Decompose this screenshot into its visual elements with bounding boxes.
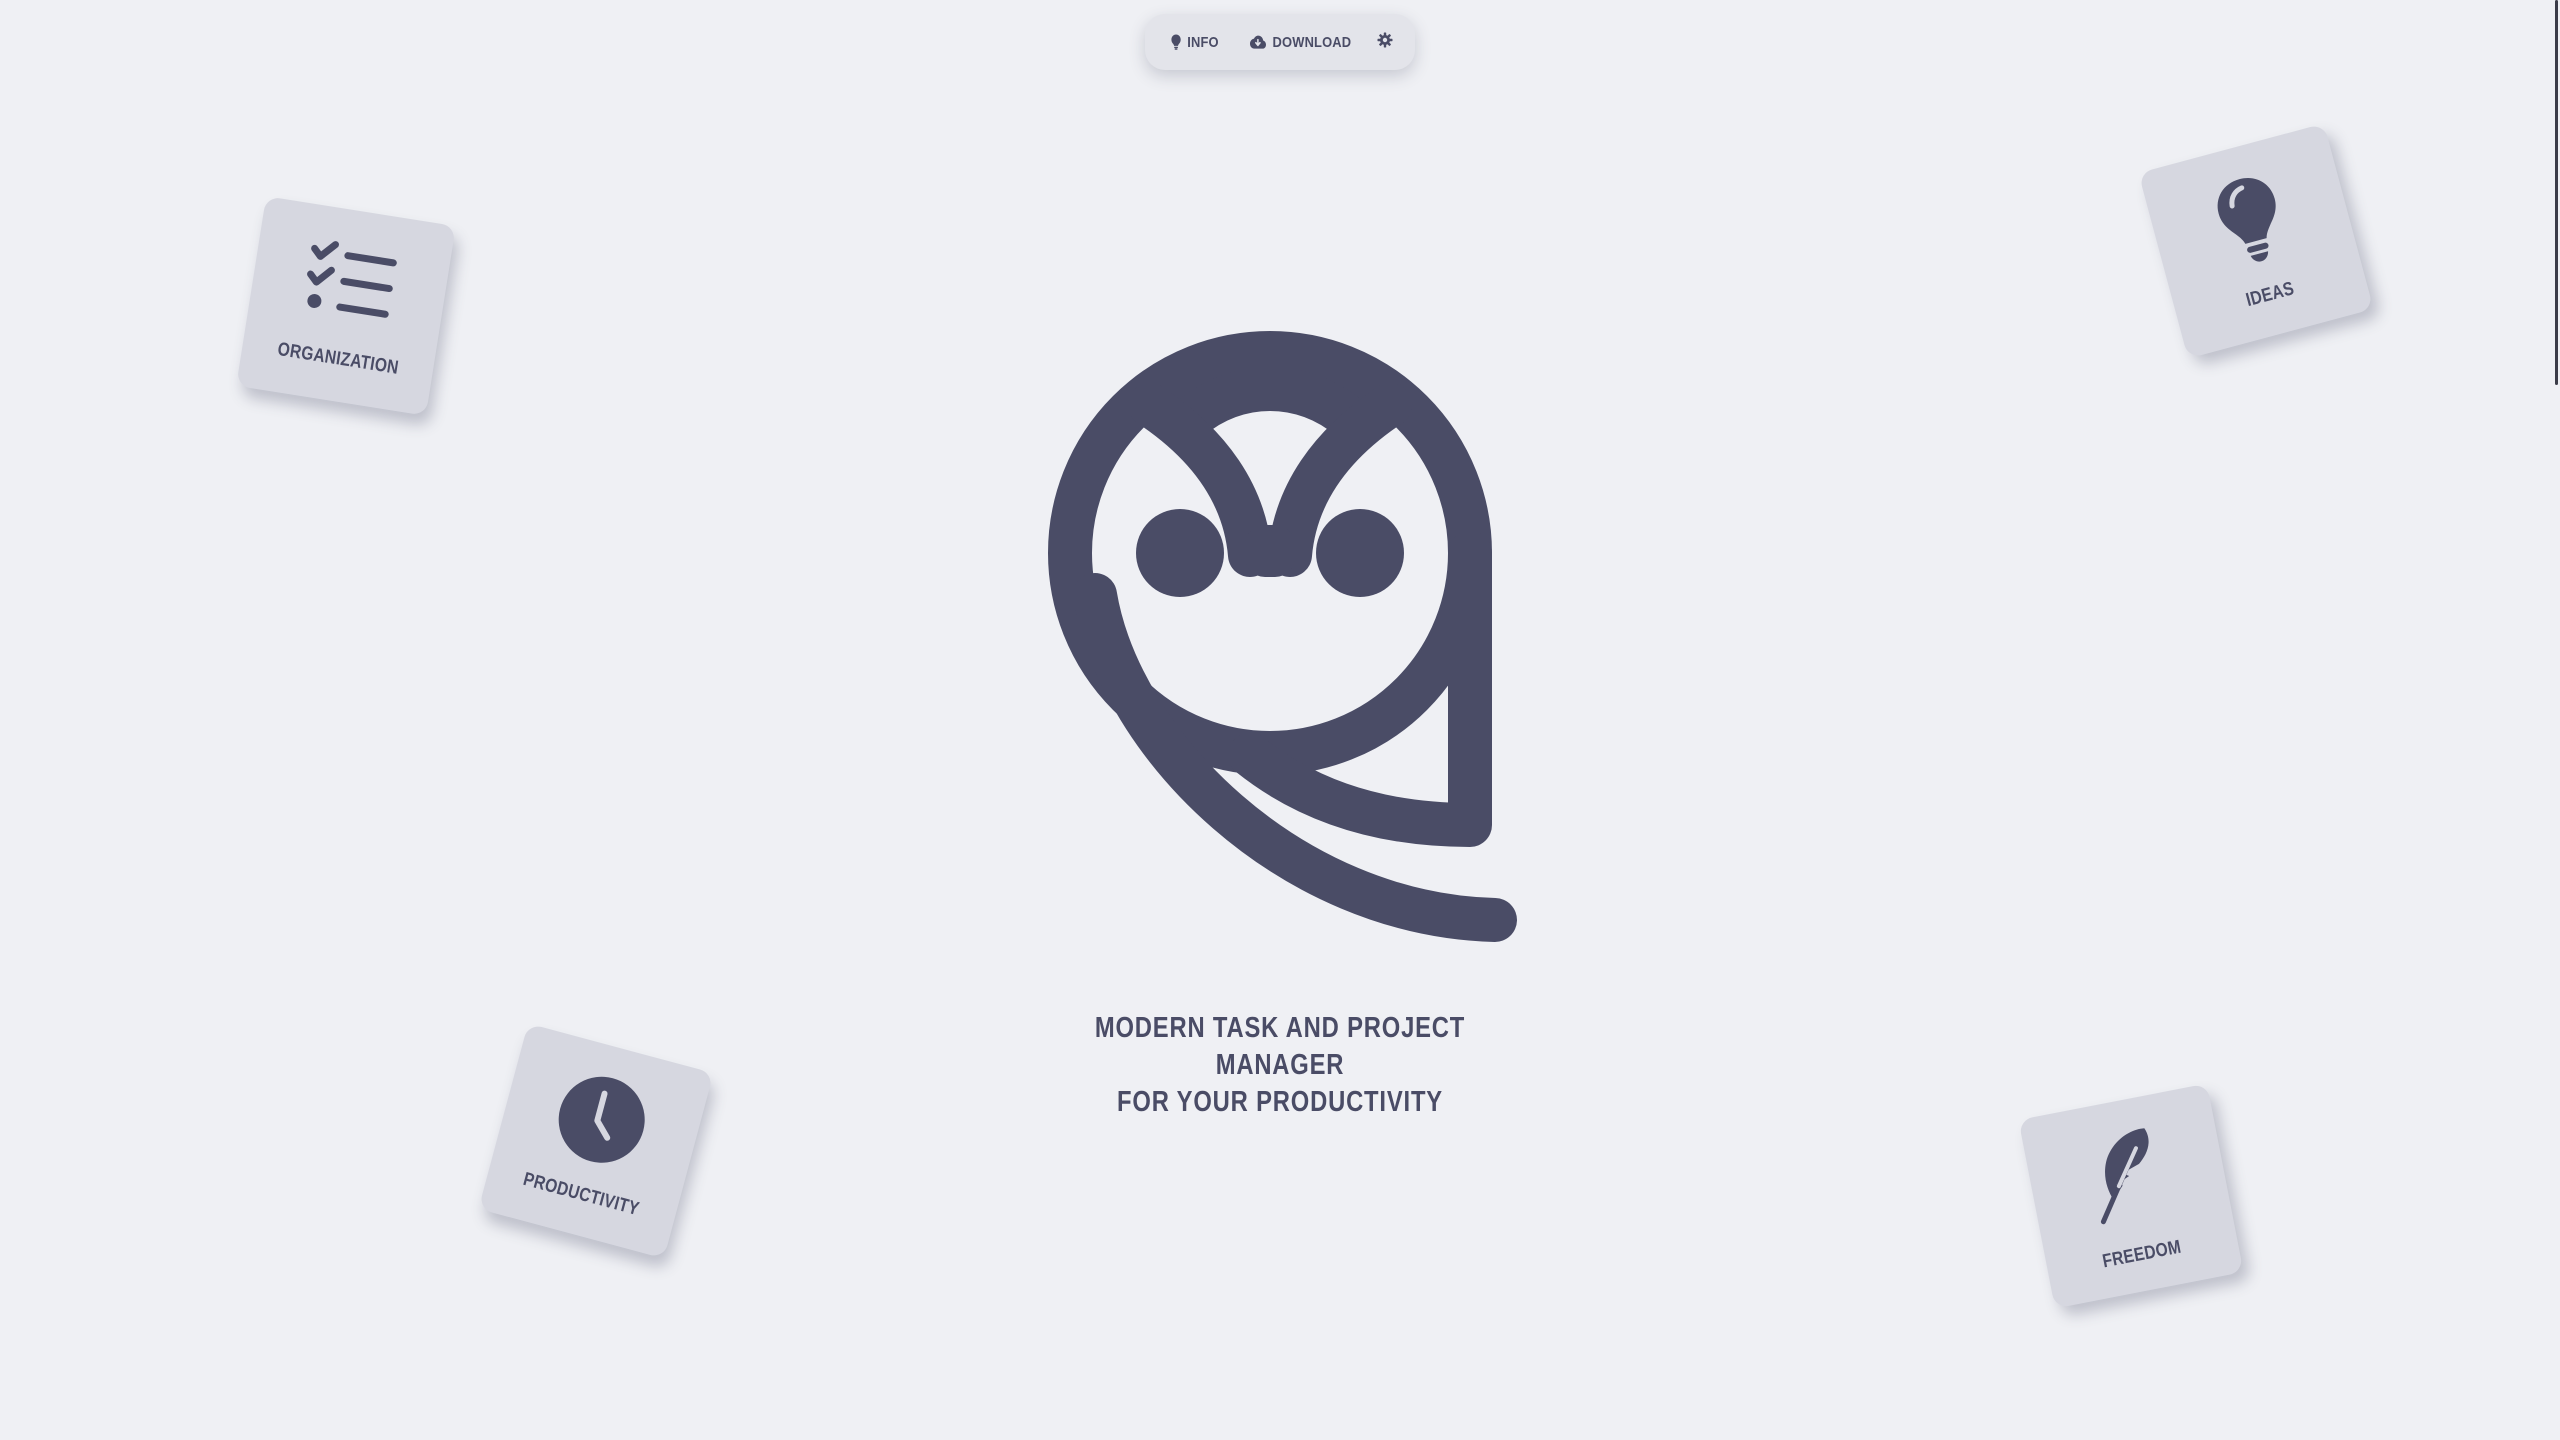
feature-card-ideas: IDEAS	[2138, 123, 2374, 359]
card-label: PRODUCTIVITY	[521, 1168, 642, 1220]
tagline: MODERN TASK AND PROJECT MANAGER FOR YOUR…	[980, 1010, 1580, 1121]
owl-logo-icon	[1040, 325, 1520, 965]
cloud-download-icon	[1249, 35, 1266, 49]
lightbulb-icon	[2208, 168, 2294, 274]
download-label: DOWNLOAD	[1272, 33, 1351, 51]
scrollbar-thumb[interactable]	[2555, 0, 2558, 385]
card-label: ORGANIZATION	[275, 338, 400, 379]
top-navigation: INFO DOWNLOAD	[1145, 14, 1415, 70]
landing-page: INFO DOWNLOAD ORGANIZATION IDEAS PRODUCT…	[0, 0, 2560, 1440]
feature-card-productivity: PRODUCTIVITY	[478, 1023, 714, 1259]
gear-icon	[1377, 32, 1393, 53]
lightbulb-icon	[1171, 34, 1181, 50]
tagline-line-2: FOR YOUR PRODUCTIVITY	[1117, 1086, 1443, 1118]
info-link[interactable]: INFO	[1171, 34, 1219, 51]
clock-icon	[547, 1065, 656, 1178]
info-label: INFO	[1187, 33, 1219, 51]
card-label: FREEDOM	[2101, 1236, 2184, 1272]
card-label: IDEAS	[2243, 277, 2297, 311]
download-link[interactable]: DOWNLOAD	[1249, 34, 1351, 51]
feature-card-organization: ORGANIZATION	[236, 196, 456, 416]
checklist-icon	[295, 235, 404, 338]
settings-button[interactable]	[1377, 32, 1393, 53]
scrollbar[interactable]	[2544, 0, 2560, 1440]
feature-card-freedom: FREEDOM	[2018, 1083, 2244, 1309]
tagline-line-1: MODERN TASK AND PROJECT MANAGER	[1094, 1012, 1466, 1081]
feather-icon	[2078, 1119, 2176, 1233]
